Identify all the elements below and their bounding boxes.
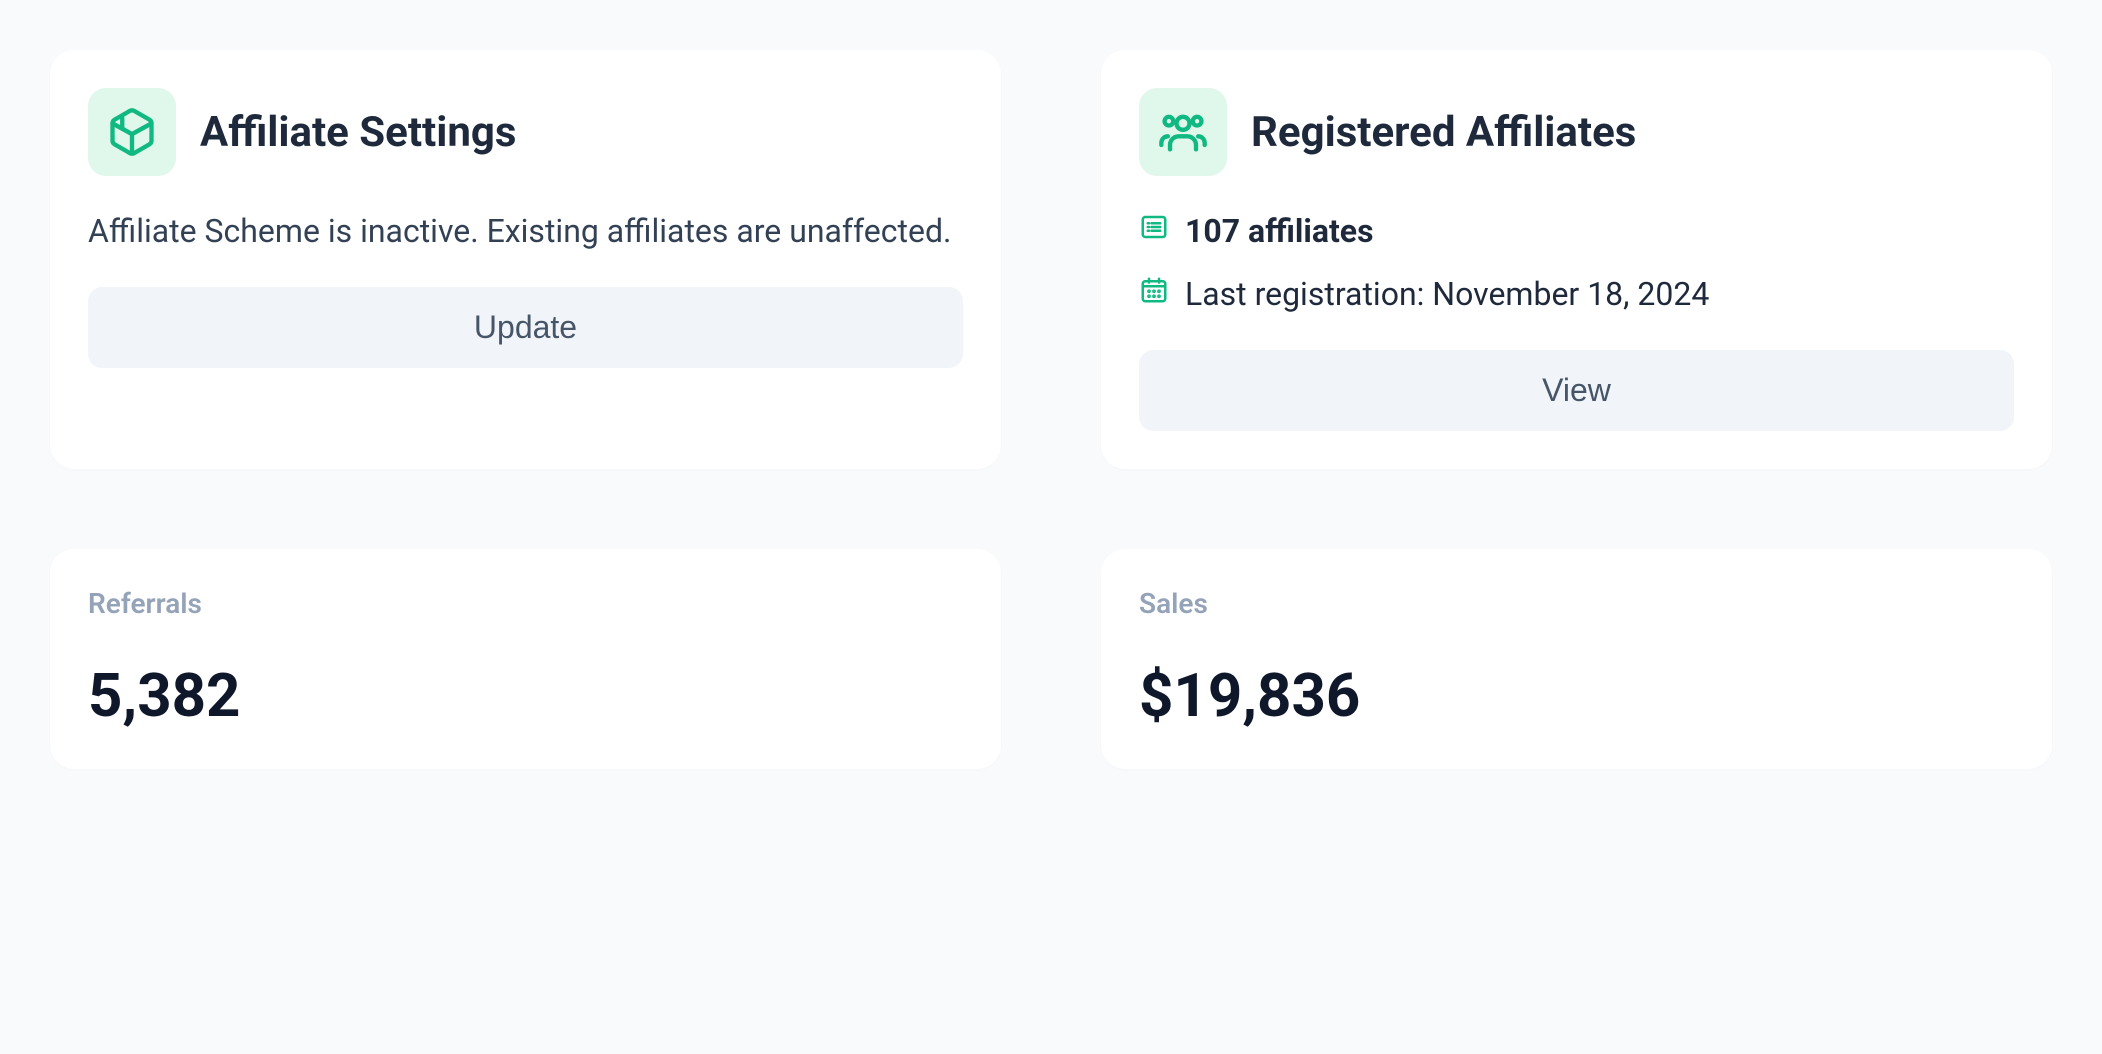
affiliate-count-row: 107 affiliates: [1139, 206, 2014, 257]
affiliate-settings-card: Affiliate Settings Affiliate Scheme is i…: [50, 50, 1001, 469]
stat-label: Referrals: [88, 587, 963, 620]
box-icon: [88, 88, 176, 176]
registered-affiliates-card: Registered Affiliates 107 affiliates: [1101, 50, 2052, 469]
settings-description: Affiliate Scheme is inactive. Existing a…: [88, 206, 963, 257]
list-icon: [1139, 206, 1169, 257]
last-registration-row: Last registration: November 18, 2024: [1139, 269, 2014, 320]
stat-label: Sales: [1139, 587, 2014, 620]
referrals-stat-card: Referrals 5,382: [50, 549, 1001, 769]
registered-info: 107 affiliates: [1139, 206, 2014, 320]
view-button[interactable]: View: [1139, 350, 2014, 431]
affiliate-count-text: 107 affiliates: [1185, 206, 1374, 257]
update-button[interactable]: Update: [88, 287, 963, 368]
last-registration-text: Last registration: November 18, 2024: [1185, 269, 1709, 320]
card-title: Registered Affiliates: [1251, 108, 1636, 157]
card-title: Affiliate Settings: [200, 108, 517, 157]
calendar-icon: [1139, 269, 1169, 320]
stat-value: 5,382: [88, 660, 963, 731]
sales-stat-card: Sales $19,836: [1101, 549, 2052, 769]
stat-value: $19,836: [1139, 660, 2014, 731]
users-icon: [1139, 88, 1227, 176]
card-header: Affiliate Settings: [88, 88, 963, 176]
card-header: Registered Affiliates: [1139, 88, 2014, 176]
